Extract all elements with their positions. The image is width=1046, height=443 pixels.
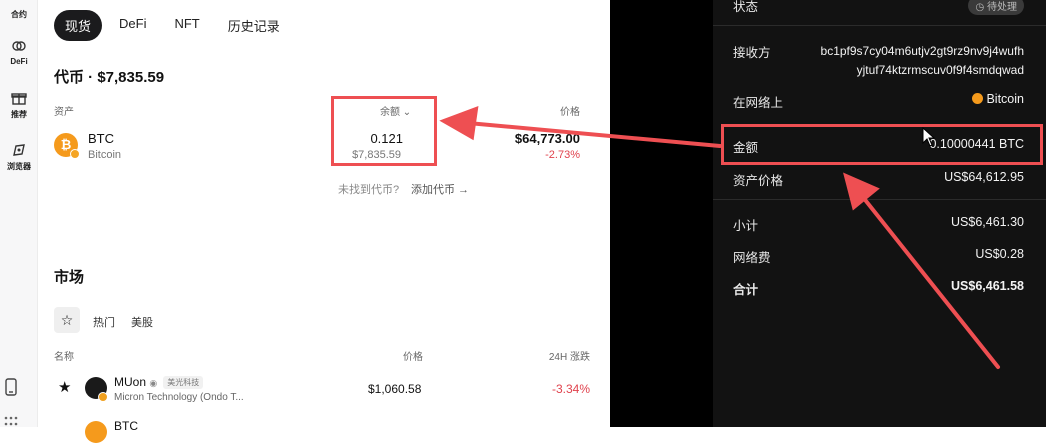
rail-item-contract[interactable]: 合约: [0, 6, 38, 20]
market-price: $1,060.58: [368, 382, 422, 396]
token-symbol: BTC: [88, 131, 114, 146]
market-change: -3.34%: [551, 382, 590, 396]
network-value: Bitcoin: [971, 92, 1024, 106]
tab-defi[interactable]: DeFi: [108, 10, 157, 41]
tab-spot[interactable]: 现货: [54, 10, 103, 41]
market-name: Micron Technology (Ondo T...: [114, 392, 244, 403]
favorites-filter-star-icon[interactable]: ☆: [54, 307, 80, 333]
subtotal-row: 小计 US$6,461.30: [733, 215, 1024, 233]
transaction-detail-panel: 状态 ◷ 待处理 接收方 bc1pf9s7cy04m6utjv2gt9rz9nv…: [713, 0, 1046, 427]
col-price: 价格: [560, 107, 580, 118]
divider: [713, 25, 1046, 26]
main-content: 现货 DeFi NFT 历史记录 代币 · $7,835.59 资产 余额 ⌄ …: [38, 0, 610, 443]
asset-price-row: 资产价格 US$64,612.95: [733, 170, 1024, 188]
top-tabs: 现货 DeFi NFT 历史记录: [54, 10, 291, 41]
rail-label-defi: DeFi: [10, 57, 28, 66]
market-symbol-text: MUon: [114, 375, 147, 389]
rail-label-referral: 推荐: [11, 110, 27, 119]
mobile-icon[interactable]: [5, 378, 17, 396]
clock-icon: ◷: [975, 2, 985, 13]
add-token-link[interactable]: 添加代币 →: [411, 181, 469, 197]
network-row: 在网络上 Bitcoin: [733, 92, 1024, 110]
token-name: Bitcoin: [88, 149, 122, 161]
highlight-box-balance: [331, 96, 437, 166]
market-symbol: MUon ◉ 美光科技: [114, 375, 204, 390]
total-row: 合计 US$6,461.58: [733, 279, 1024, 297]
compass-icon: [13, 144, 25, 156]
rail-item-browser[interactable]: 浏览器: [0, 142, 38, 172]
token-change: -2.73%: [545, 149, 580, 161]
missing-token-text: 未找到代币?: [338, 184, 400, 196]
receiver-line-2: yjtuf74ktzrmscuv0f9f4smdqwad: [856, 63, 1024, 77]
tokens-title: 代币 · $7,835.59: [54, 69, 165, 86]
bitcoin-icon: [971, 93, 983, 104]
muon-network-badge-icon: [98, 392, 108, 402]
modal-backdrop: [610, 0, 713, 427]
tab-history[interactable]: 历史记录: [217, 10, 291, 41]
verified-icon: ◉: [149, 378, 158, 388]
left-nav-rail: 合约 DeFi 推荐 浏览器: [0, 0, 38, 427]
rail-item-referral[interactable]: 推荐: [0, 90, 38, 120]
total-value: US$6,461.58: [951, 279, 1024, 293]
network-label: 在网络上: [733, 96, 784, 110]
asset-price-value: US$64,612.95: [944, 170, 1024, 184]
status-row: 状态 ◷ 待处理: [733, 0, 1024, 15]
filter-hot[interactable]: 热门: [93, 314, 115, 330]
tab-nft[interactable]: NFT: [163, 10, 210, 41]
bitcoin-icon: [85, 421, 107, 443]
col-market-price: 价格: [403, 352, 423, 363]
network-name: Bitcoin: [986, 92, 1024, 106]
receiver-label: 接收方: [733, 46, 771, 60]
status-label: 状态: [733, 0, 759, 14]
fee-value: US$0.28: [975, 247, 1024, 261]
subtotal-label: 小计: [733, 219, 759, 233]
rail-label-browser: 浏览器: [7, 162, 31, 171]
apps-grid-icon[interactable]: [4, 415, 18, 427]
favorite-star-icon[interactable]: ★: [58, 378, 71, 396]
col-asset: 资产: [54, 107, 74, 118]
receiver-line-1: bc1pf9s7cy04m6utjv2gt9rz9nv9j4wufh: [820, 44, 1024, 58]
col-name: 名称: [54, 352, 74, 363]
divider: [713, 199, 1046, 200]
gift-icon: [11, 93, 27, 105]
col-24h-change: 24H 涨跌: [548, 352, 590, 363]
highlight-box-amount: [721, 124, 1043, 165]
token-price: $64,773.00: [514, 131, 580, 146]
receiver-row: 接收方 bc1pf9s7cy04m6utjv2gt9rz9nv9j4wufh yj…: [733, 42, 1024, 77]
subtotal-value: US$6,461.30: [951, 215, 1024, 229]
filter-us-stocks[interactable]: 美股: [131, 314, 153, 330]
status-value: 待处理: [987, 2, 1017, 13]
rail-label-contract: 合约: [11, 10, 27, 19]
asset-price-label: 资产价格: [733, 174, 784, 188]
fee-row: 网络费 US$0.28: [733, 247, 1024, 265]
receiver-address[interactable]: bc1pf9s7cy04m6utjv2gt9rz9nv9j4wufh yjtuf7…: [821, 42, 1024, 80]
fee-label: 网络费: [733, 251, 771, 265]
bitcoin-network-badge-icon: [70, 149, 80, 159]
market-tag: 美光科技: [163, 376, 204, 390]
status-badge: ◷ 待处理: [968, 0, 1024, 15]
defi-icon: [12, 41, 26, 51]
market-symbol: BTC: [114, 419, 138, 433]
total-label: 合计: [733, 283, 759, 297]
rail-item-defi[interactable]: DeFi: [0, 38, 38, 66]
market-title: 市场: [54, 269, 85, 286]
